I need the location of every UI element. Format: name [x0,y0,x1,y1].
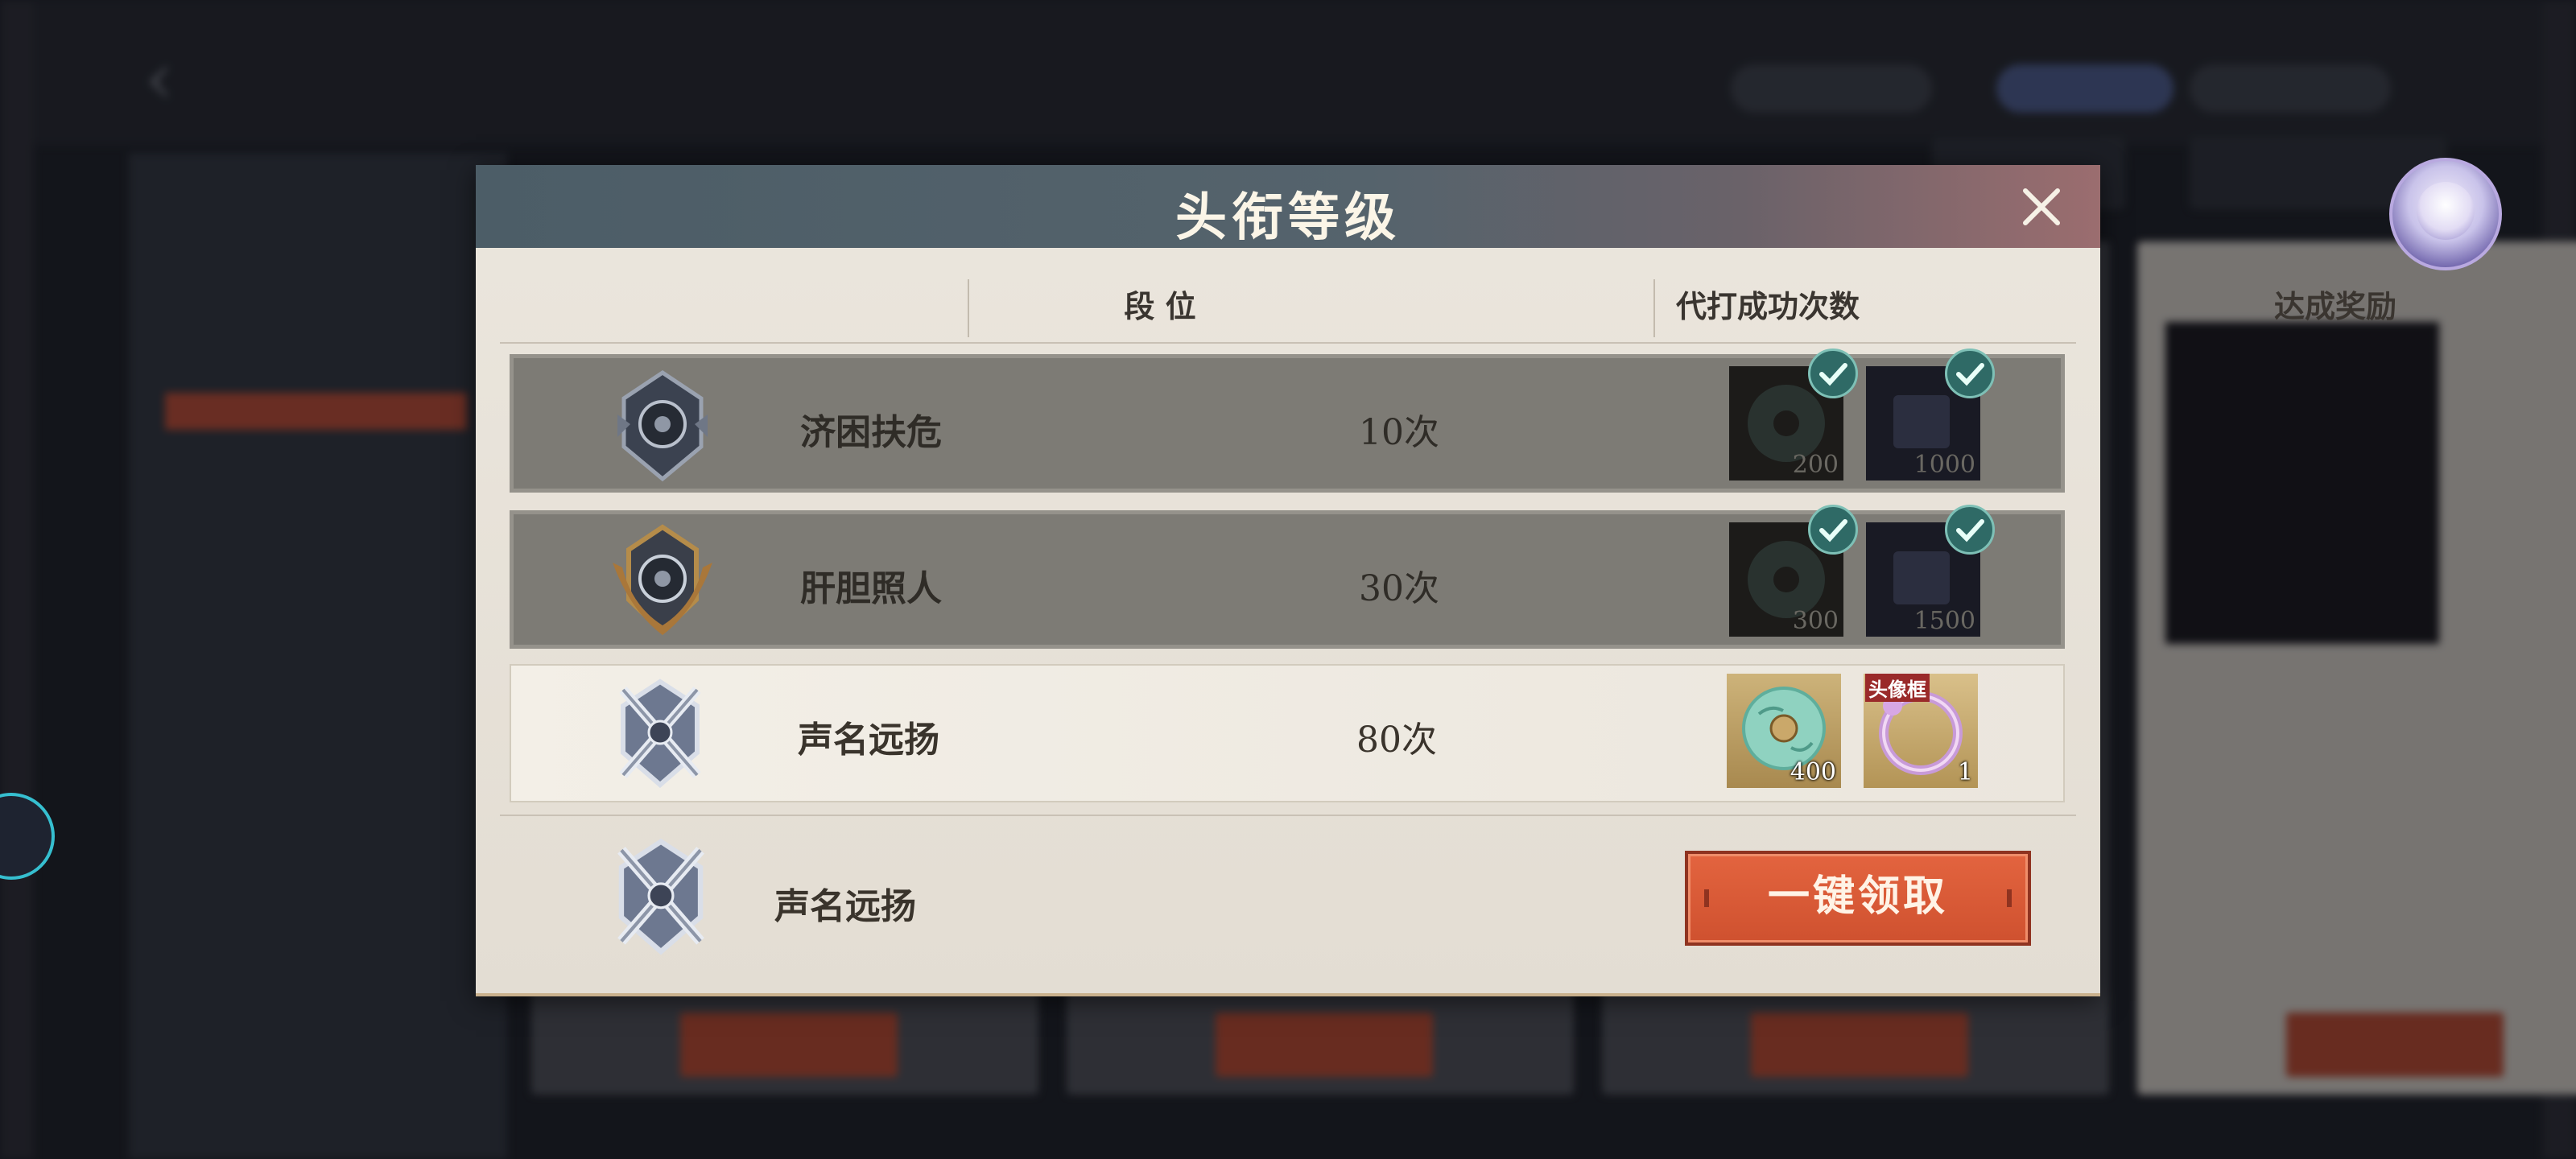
current-rank-medal-icon [617,838,704,955]
dialog-header: 头衔等级 [476,165,2100,248]
reward-jade-pendant[interactable]: 400 [1727,674,1841,788]
success-count: 10次 [1359,412,1439,453]
column-divider [968,279,969,337]
reward-avatar-frame[interactable]: 头像框 1 [1864,674,1978,788]
column-header-count: 代打成功次数 [1675,288,1860,324]
column-divider [1653,279,1655,337]
button-decoration [2007,889,2012,907]
claimed-check-icon [1808,505,1858,555]
button-decoration [1704,889,1709,907]
reward-quantity: 200 [1792,451,1839,479]
rank-name: 声名远扬 [798,720,939,761]
rank-name: 肝胆照人 [800,568,942,609]
header-divider [500,342,2076,344]
reward-tag: 头像框 [1865,674,1930,702]
reward-quantity: 400 [1790,758,1836,786]
success-count: 30次 [1359,568,1439,609]
claimed-check-icon [1808,349,1858,398]
rank-row-available: 声名远扬 80次 400 头像框 1 [510,664,2065,802]
reward-scroll-chest[interactable]: 1000 [1866,349,1995,481]
reward-jade-pendant[interactable]: 200 [1729,349,1858,481]
claim-all-label: 一键领取 [1767,872,1948,921]
reward-quantity: 1000 [1913,451,1975,479]
avatar[interactable] [2389,158,2502,270]
rank-medal-icon [613,524,712,636]
rank-medal-icon [617,369,708,482]
claim-all-button[interactable]: 一键领取 [1685,851,2031,946]
success-count: 80次 [1356,720,1437,761]
current-rank-name: 声名远扬 [774,886,916,927]
rank-medal-icon [619,678,701,788]
rank-row-claimed: 济困扶危 10次 200 1000 [510,349,2065,493]
close-icon[interactable] [2017,183,2066,231]
title-level-dialog: 头衔等级 段 位 代打成功次数 达成奖励 济困扶危 10次 200 1000 肝… [476,165,2396,996]
rank-row-claimed: 肝胆照人 30次 300 1500 [510,505,2065,649]
claimed-check-icon [1945,349,1995,398]
avatar-portrait [2417,182,2475,240]
column-header-rank: 段 位 [1124,288,1196,324]
reward-quantity: 1500 [1913,607,1975,635]
reward-quantity: 1 [1957,758,1973,786]
dialog-title: 头衔等级 [1175,188,1401,248]
rank-name: 济困扶危 [800,412,942,453]
claimed-check-icon [1945,505,1995,555]
reward-scroll-chest[interactable]: 1500 [1866,505,1995,637]
reward-jade-pendant[interactable]: 300 [1729,505,1858,637]
reward-quantity: 300 [1792,607,1839,635]
column-header-reward: 达成奖励 [2273,288,2396,324]
footer-divider [500,815,2076,816]
